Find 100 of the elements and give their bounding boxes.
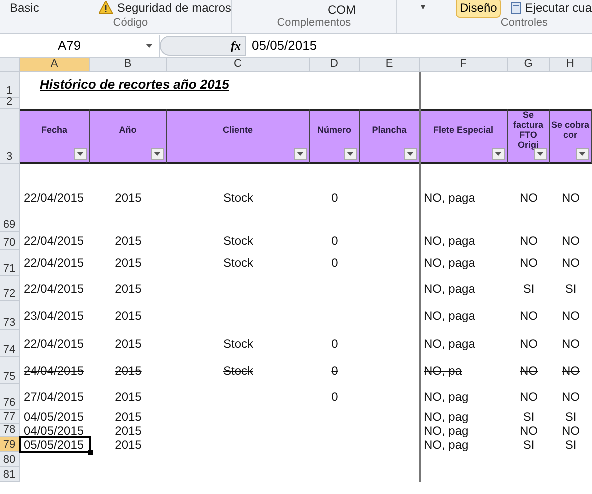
row-header[interactable]: 70 (0, 232, 20, 250)
table-cell-text: 0 (332, 389, 338, 406)
caret-icon (347, 152, 354, 156)
table-cell-text: NO (520, 233, 538, 250)
row-header[interactable]: 71 (0, 250, 20, 276)
warning-icon (99, 1, 114, 14)
row-header[interactable]: 76 (0, 384, 20, 410)
table-cell-text: SI (565, 436, 577, 454)
table-cell-text: NO (520, 190, 538, 207)
column-heading: Fecha (20, 109, 90, 164)
table-cell-text: NO, paga (424, 280, 476, 298)
row-header[interactable]: 74 (0, 330, 20, 357)
column-header[interactable]: C (167, 58, 310, 72)
table-cell-text: SI (523, 280, 535, 298)
group-label: Complementos (277, 16, 352, 31)
table-cell-text: 0 (332, 233, 338, 250)
caret-icon (154, 152, 161, 156)
row-header[interactable]: 75 (0, 357, 20, 384)
table-cell-text: NO, paga (424, 336, 476, 352)
name-box[interactable]: A79 (0, 34, 160, 56)
row-header[interactable]: 3 (0, 109, 20, 164)
table-cell-text: Stock (223, 233, 254, 250)
filter-button[interactable] (492, 148, 505, 160)
column-header[interactable]: H (550, 58, 592, 72)
selected-cell[interactable]: 05/05/2015 (20, 437, 90, 452)
table-cell-text: 2015 (115, 308, 142, 324)
ribbon-label[interactable]: COM (328, 1, 356, 15)
column-heading: Número (310, 109, 360, 164)
table-cell-text: NO (562, 308, 580, 324)
table-cell-text: Stock (223, 336, 254, 352)
table-cell-text: 0 (332, 336, 338, 352)
table-cell-text: 05/05/2015 (24, 436, 84, 454)
row-header[interactable]: 69 (0, 164, 20, 232)
column-header[interactable]: F (420, 58, 508, 72)
table-cell-text: NO (562, 362, 580, 380)
macro-security-button[interactable]: Seguridad de macros (99, 0, 232, 16)
group-label: Código (113, 16, 148, 31)
run-dialog-button[interactable]: Ejecutar cua (511, 0, 592, 16)
filter-button[interactable] (404, 148, 417, 160)
table-cell-text: NO (562, 233, 580, 250)
table-cell-text: NO (520, 389, 538, 406)
table-cell-text: NO (520, 255, 538, 272)
column-header[interactable]: A (20, 58, 90, 72)
column-header[interactable]: D (310, 58, 360, 72)
dropdown-caret[interactable]: ▾ (420, 0, 426, 14)
table-cell-text: NO, pag (424, 424, 469, 440)
table-cell-text: 22/04/2015 (24, 336, 84, 352)
row-header[interactable]: 80 (0, 452, 20, 467)
table-cell-text: 2015 (115, 280, 142, 298)
table-cell-text: 22/04/2015 (24, 280, 84, 298)
design-mode-button[interactable]: Diseño (456, 0, 502, 18)
ribbon-label[interactable]: Basic (10, 0, 40, 16)
table-cell-text: Stock (223, 255, 254, 272)
table-cell-text: 22/04/2015 (24, 255, 84, 272)
row-header[interactable]: 2 (0, 98, 20, 109)
formula-field[interactable]: 05/05/2015 (246, 34, 592, 56)
table-cell-text: 23/04/2015 (24, 308, 84, 324)
row-header[interactable]: 79 (0, 437, 20, 452)
filter-button[interactable] (151, 148, 164, 160)
column-header[interactable]: B (90, 58, 167, 72)
row-header[interactable]: 78 (0, 424, 20, 437)
caret-icon (537, 152, 544, 156)
column-header[interactable]: G (508, 58, 550, 72)
table-cell-text: 2015 (115, 233, 142, 250)
filter-button[interactable] (576, 148, 589, 160)
row-header[interactable]: 73 (0, 301, 20, 330)
table-cell-text: NO, pag (424, 389, 469, 406)
table-cell-text: 2015 (115, 255, 142, 272)
table-cell-text: NO, pa (424, 362, 462, 380)
row-header[interactable]: 81 (0, 467, 20, 482)
row-header[interactable]: 72 (0, 276, 20, 301)
row-header[interactable]: 1 (0, 72, 20, 98)
column-heading: Se cobra cor (550, 109, 592, 164)
table-cell-text: NO, paga (424, 255, 476, 272)
function-button[interactable]: fx (231, 36, 241, 54)
filter-button[interactable] (344, 148, 357, 160)
group-label: Controles (500, 16, 548, 31)
row-header[interactable]: 77 (0, 410, 20, 424)
table-cell-text: NO (562, 389, 580, 406)
table-cell-text: 2015 (115, 362, 142, 380)
filter-button[interactable] (74, 148, 87, 160)
filter-button[interactable] (534, 148, 547, 160)
table-cell-text: 2015 (115, 190, 142, 207)
caret-icon (146, 44, 153, 48)
table-cell-text: SI (523, 436, 535, 454)
table-cell-text: NO (562, 336, 580, 352)
table-cell-text: 0 (332, 362, 338, 380)
column-heading: Año (90, 109, 167, 164)
column-heading: Se factura FTO Origi (508, 109, 550, 164)
caret-icon (297, 152, 304, 156)
filter-button[interactable] (294, 148, 307, 160)
fill-handle[interactable] (88, 450, 93, 455)
table-cell-text: NO, paga (424, 190, 476, 207)
sheet-title: Histórico de recortes año 2015 (40, 76, 230, 94)
table-cell-text: NO, pag (424, 438, 469, 454)
column-header[interactable]: E (360, 58, 420, 72)
caret-icon (407, 152, 414, 156)
dialog-icon (511, 2, 522, 14)
table-cell-text: NO, paga (424, 308, 476, 324)
table-cell-text: NO (562, 255, 580, 272)
